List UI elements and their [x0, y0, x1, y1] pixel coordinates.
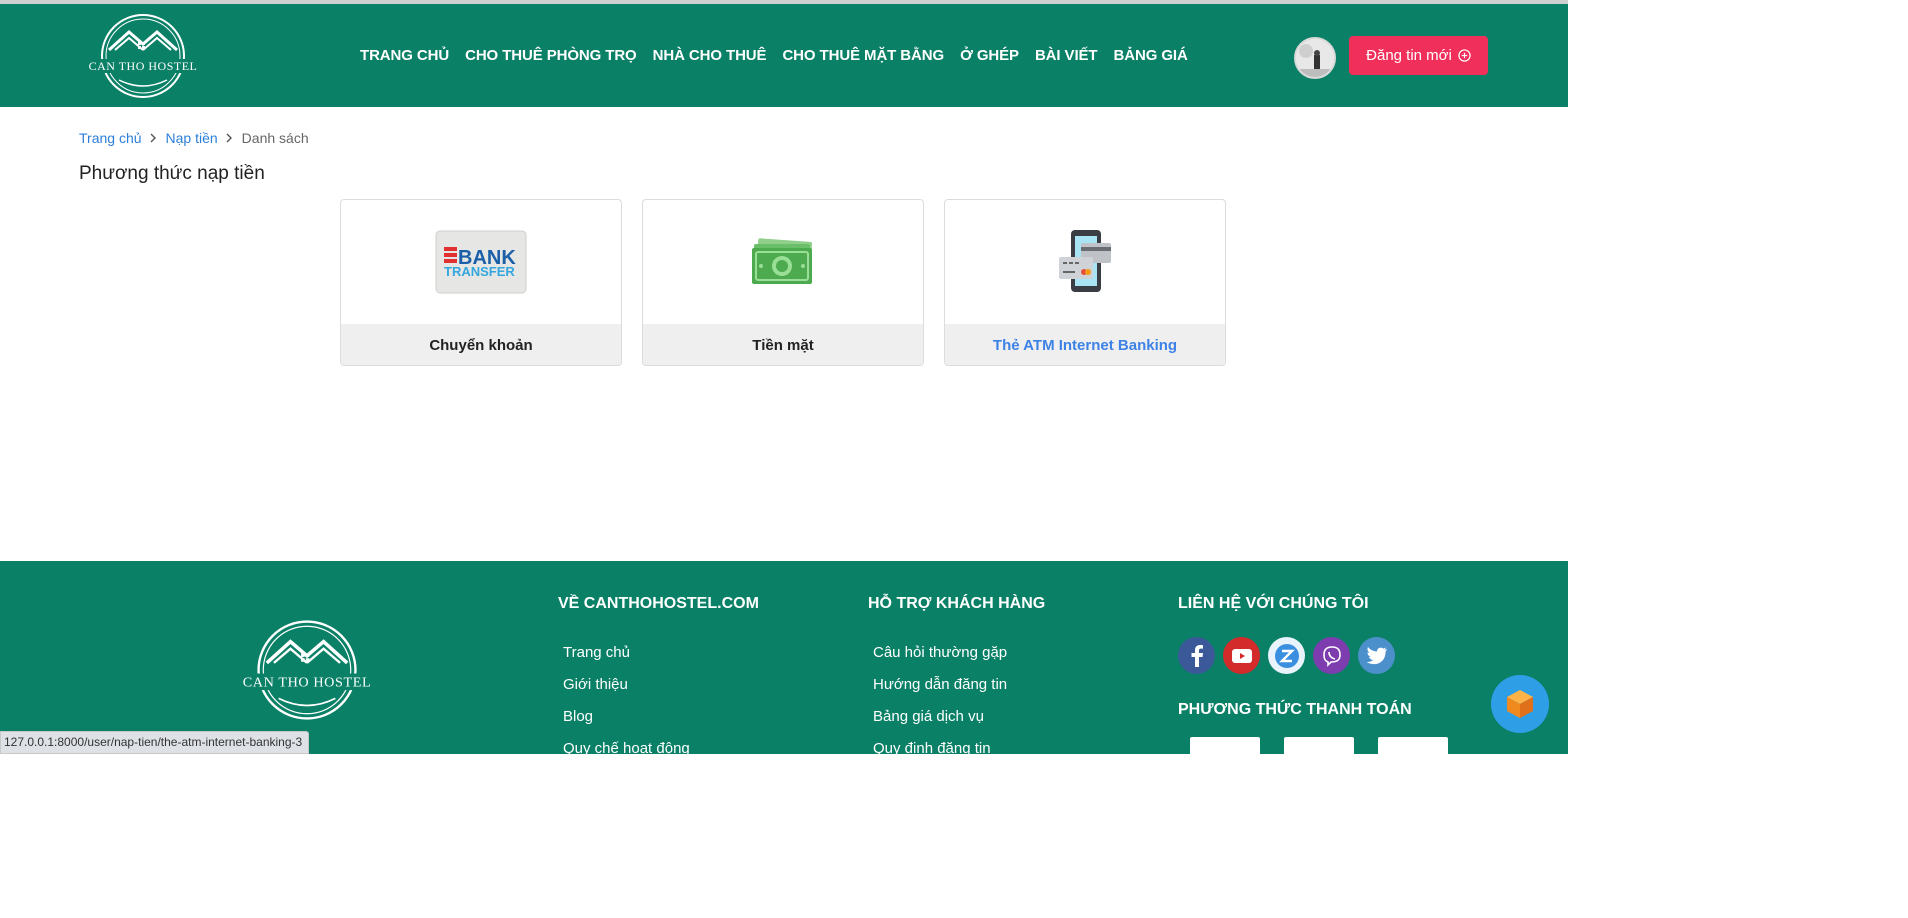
footer-link-quy-dinh[interactable]: Quy định đăng tin: [873, 740, 1045, 772]
footer-about-column: VỀ CANTHOHOSTEL.COM Trang chủ Giới thiệu…: [558, 595, 759, 772]
footer-contact-title: LIÊN HỆ VỚI CHÚNG TÔI: [1178, 595, 1369, 612]
post-new-listing-button[interactable]: Đăng tin mới: [1349, 36, 1488, 75]
nav-item-bang-gia[interactable]: BẢNG GIÁ: [1114, 47, 1188, 64]
zalo-icon[interactable]: [1268, 637, 1305, 674]
post-button-label: Đăng tin mới: [1366, 47, 1452, 64]
footer-link-quy-che[interactable]: Quy chế hoạt động: [563, 740, 759, 772]
footer-about-title: VỀ CANTHOHOSTEL.COM: [558, 595, 759, 612]
footer-contact-column: LIÊN HỆ VỚI CHÚNG TÔI PHƯƠNG THỨC THANH …: [1178, 595, 1448, 757]
main-nav: TRANG CHỦ CHO THUÊ PHÒNG TRỌ NHÀ CHO THU…: [360, 4, 1188, 107]
breadcrumb-current: Danh sách: [241, 130, 309, 146]
twitter-icon[interactable]: [1358, 637, 1395, 674]
footer-link-huong-dan[interactable]: Hướng dẫn đăng tin: [873, 676, 1045, 708]
chevron-right-icon: [226, 133, 232, 143]
svg-text:CAN THO HOSTEL: CAN THO HOSTEL: [243, 675, 371, 691]
bank-transfer-icon: BANK TRANSFER: [435, 230, 527, 294]
plus-circle-icon: [1458, 49, 1471, 62]
page-title: Phương thức nạp tiền: [79, 163, 265, 184]
method-label: Thẻ ATM Internet Banking: [945, 324, 1225, 365]
method-card-atm-internet-banking[interactable]: Thẻ ATM Internet Banking: [944, 199, 1226, 366]
visa-logo-icon: [1284, 737, 1354, 757]
user-avatar[interactable]: [1294, 37, 1336, 79]
breadcrumb-home[interactable]: Trang chủ: [79, 130, 142, 146]
footer-link-bang-gia[interactable]: Bảng giá dịch vụ: [873, 708, 1045, 740]
cash-icon: [752, 238, 813, 284]
cube-icon: [1507, 690, 1533, 718]
avatar-image: [1296, 39, 1334, 77]
browser-status-url: 127.0.0.1:8000/user/nap-tien/the-atm-int…: [0, 731, 310, 754]
site-footer: CAN THO HOSTEL VỀ CANTHOHOSTEL.COM Trang…: [0, 561, 1568, 757]
nav-item-o-ghep[interactable]: Ở GHÉP: [960, 47, 1019, 64]
nav-item-trang-chu[interactable]: TRANG CHỦ: [360, 47, 449, 64]
method-label: Tiền mặt: [643, 324, 923, 365]
footer-support-column: HỖ TRỢ KHÁCH HÀNG Câu hỏi thường gặp Hướ…: [868, 595, 1045, 772]
nav-item-cho-thue-mat-bang[interactable]: CHO THUÊ MẶT BẰNG: [782, 47, 944, 64]
mastercard-logo-icon: [1378, 737, 1448, 757]
payment-logos: [1178, 737, 1448, 757]
social-links: [1178, 637, 1448, 674]
atm-card-phone-icon: [1059, 230, 1111, 292]
footer-link-trang-chu[interactable]: Trang chủ: [563, 644, 759, 676]
footer-payment-title: PHƯƠNG THỨC THANH TOÁN: [1178, 701, 1412, 718]
chevron-right-icon: [150, 133, 156, 143]
breadcrumb: Trang chủ Nạp tiền Danh sách: [79, 130, 309, 146]
viber-icon[interactable]: [1313, 637, 1350, 674]
footer-link-gioi-thieu[interactable]: Giới thiệu: [563, 676, 759, 708]
youtube-icon[interactable]: [1223, 637, 1260, 674]
nav-item-cho-thue-phong-tro[interactable]: CHO THUÊ PHÒNG TRỌ: [465, 47, 637, 64]
svg-text:TRANSFER: TRANSFER: [444, 264, 515, 279]
nav-item-bai-viet[interactable]: BÀI VIẾT: [1035, 47, 1098, 64]
chat-widget-button[interactable]: [1491, 675, 1549, 733]
method-card-bank-transfer[interactable]: BANK TRANSFER Chuyển khoản: [340, 199, 622, 366]
jcb-logo-icon: [1190, 737, 1260, 757]
method-card-cash[interactable]: Tiền mặt: [642, 199, 924, 366]
footer-support-title: HỖ TRỢ KHÁCH HÀNG: [868, 595, 1046, 612]
footer-link-blog[interactable]: Blog: [563, 708, 759, 740]
footer-logo-icon[interactable]: CAN THO HOSTEL: [238, 618, 376, 722]
footer-link-faq[interactable]: Câu hỏi thường gặp: [873, 644, 1045, 676]
nav-item-nha-cho-thue[interactable]: NHÀ CHO THUÊ: [653, 47, 767, 64]
method-label: Chuyển khoản: [341, 324, 621, 365]
facebook-icon[interactable]: [1178, 637, 1215, 674]
site-header: CAN THO HOSTEL TRANG CHỦ CHO THUÊ PHÒNG …: [0, 4, 1568, 107]
logo-icon[interactable]: CAN THO HOSTEL: [85, 12, 201, 100]
svg-text:CAN THO HOSTEL: CAN THO HOSTEL: [89, 59, 198, 73]
breadcrumb-nap-tien[interactable]: Nạp tiền: [166, 130, 218, 146]
